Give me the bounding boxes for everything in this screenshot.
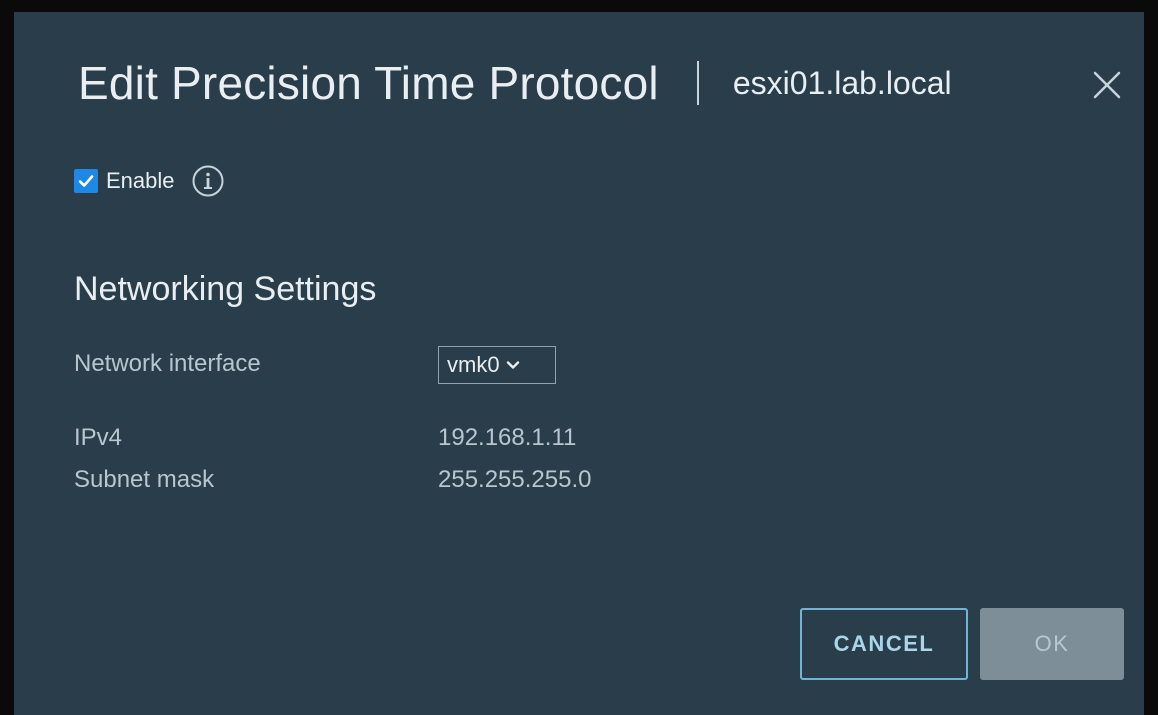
enable-row: Enable (74, 164, 225, 198)
network-interface-label: Network interface (74, 350, 261, 377)
chevron-down-icon (506, 361, 519, 369)
network-interface-select[interactable]: vmk0 (438, 346, 556, 384)
enable-checkbox[interactable] (74, 169, 98, 193)
dialog-host-name: esxi01.lab.local (732, 64, 952, 101)
close-icon[interactable] (1090, 68, 1124, 102)
title-divider (696, 61, 699, 105)
network-interface-value: vmk0 (447, 352, 500, 377)
ok-button[interactable]: OK (980, 608, 1124, 680)
enable-label: Enable (106, 168, 175, 193)
info-icon[interactable] (191, 164, 225, 198)
ipv4-label: IPv4 (74, 424, 123, 451)
ptp-edit-dialog: Edit Precision Time Protocol esxi01.lab.… (14, 12, 1144, 715)
check-icon (78, 175, 94, 187)
networking-settings-heading: Networking Settings (74, 270, 377, 308)
cancel-button[interactable]: CANCEL (800, 608, 968, 680)
ipv4-value: 192.168.1.11 (438, 424, 577, 451)
subnet-mask-label: Subnet mask (74, 466, 215, 493)
dialog-header: Edit Precision Time Protocol esxi01.lab.… (78, 57, 952, 109)
dialog-title: Edit Precision Time Protocol (78, 57, 659, 109)
subnet-mask-value: 255.255.255.0 (438, 466, 592, 493)
